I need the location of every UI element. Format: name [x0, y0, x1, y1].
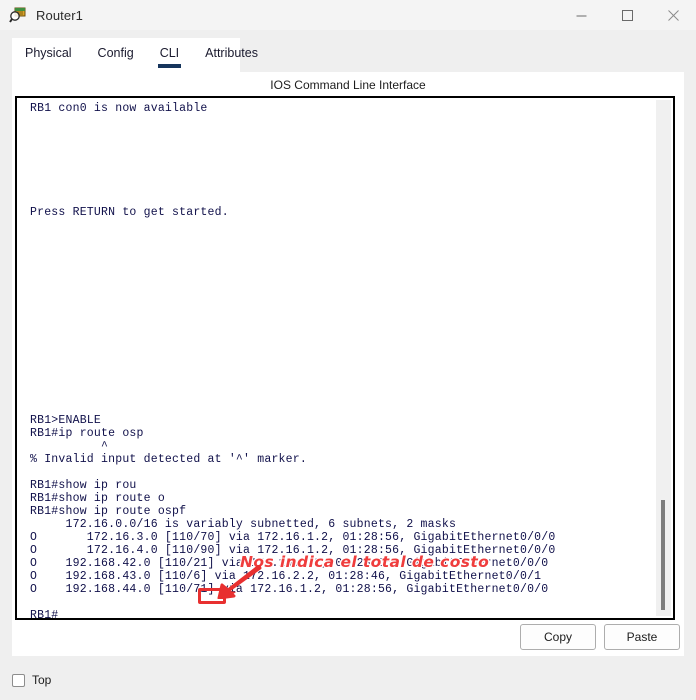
terminal-line: RB1>ENABLE — [30, 414, 102, 427]
tab-physical-label: Physical — [25, 46, 72, 60]
tab-cli-label: CLI — [159, 46, 180, 60]
packet-tracer-device-window: Router1 Physical Config CLI Attributes I… — [0, 0, 696, 700]
tab-strip: Physical Config CLI Attributes — [0, 30, 696, 72]
close-icon[interactable] — [650, 0, 696, 30]
packet-tracer-router-icon — [9, 6, 27, 24]
panel-caption: IOS Command Line Interface — [270, 78, 426, 92]
terminal-output[interactable]: RB1 con0 is now available Press RETURN t… — [17, 98, 657, 618]
tab-attributes[interactable]: Attributes — [192, 38, 271, 64]
tab-underline — [157, 64, 182, 68]
copy-button[interactable]: Copy — [520, 624, 596, 650]
terminal-line: RB1#show ip route ospf — [30, 505, 187, 518]
terminal-line: RB1#ip route osp — [30, 427, 144, 440]
terminal-line: ^ — [30, 440, 109, 453]
terminal-line: O 172.16.3.0 [110/70] via 172.16.1.2, 01… — [30, 531, 556, 544]
tab-attributes-label: Attributes — [205, 46, 258, 60]
top-checkbox[interactable] — [12, 673, 25, 687]
tab-config-label: Config — [97, 46, 134, 60]
terminal-line: O 192.168.43.0 [110/6] via 172.16.2.2, 0… — [30, 570, 542, 583]
top-checkbox-wrap[interactable]: Top — [12, 673, 51, 687]
terminal-scrollbar-thumb[interactable] — [661, 500, 665, 610]
top-checkbox-label: Top — [32, 673, 52, 687]
terminal-line: RB1#show ip rou — [30, 479, 137, 492]
minimize-icon[interactable] — [558, 0, 604, 30]
terminal-line: RB1# — [30, 609, 59, 620]
cli-panel: IOS Command Line Interface RB1 con0 is n… — [12, 72, 684, 656]
tab-config[interactable]: Config — [85, 38, 147, 64]
tab-cli[interactable]: CLI — [147, 38, 192, 68]
title-bar: Router1 — [0, 0, 696, 31]
terminal-frame[interactable]: RB1 con0 is now available Press RETURN t… — [15, 96, 675, 620]
terminal-line: % Invalid input detected at '^' marker. — [30, 453, 307, 466]
paste-button[interactable]: Paste — [604, 624, 680, 650]
terminal-line: RB1 con0 is now available — [30, 102, 208, 115]
bottom-bar: Top — [0, 660, 696, 700]
terminal-line: O 172.16.4.0 [110/90] via 172.16.1.2, 01… — [30, 544, 556, 557]
tab-physical[interactable]: Physical — [12, 38, 85, 64]
window-title: Router1 — [36, 7, 83, 23]
terminal-line: RB1#show ip route o — [30, 492, 165, 505]
maximize-icon[interactable] — [604, 0, 650, 30]
terminal-line: Press RETURN to get started. — [30, 206, 229, 219]
window-controls — [558, 0, 696, 30]
terminal-scrollbar[interactable] — [656, 100, 671, 616]
terminal-line: 172.16.0.0/16 is variably subnetted, 6 s… — [30, 518, 457, 531]
cli-actions: Copy Paste — [12, 624, 684, 654]
terminal-line: O 192.168.42.0 [110/21] via 172.16.1.2, … — [30, 557, 549, 570]
terminal-line: O 192.168.44.0 [110/71] via 172.16.1.2, … — [30, 583, 549, 596]
